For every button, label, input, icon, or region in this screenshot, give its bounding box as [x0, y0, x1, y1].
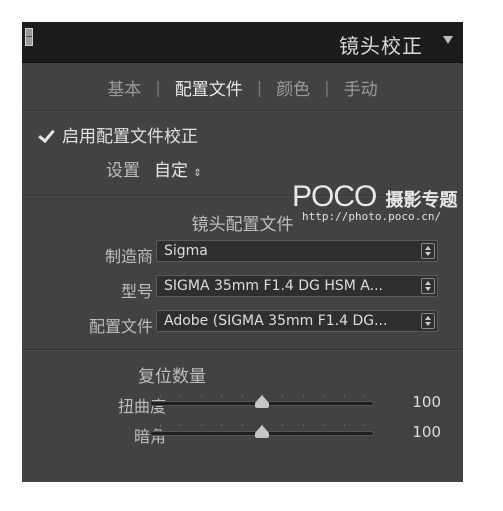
slider-tick: [323, 394, 324, 397]
model-value: SIGMA 35mm F1.4 DG HSM A...: [164, 278, 383, 294]
enable-profile-correction-label: 启用配置文件校正: [62, 127, 198, 147]
divider: [22, 110, 463, 112]
updown-arrows-icon[interactable]: [421, 313, 435, 329]
panel-header[interactable]: 镜头校正: [22, 22, 463, 63]
profile-label: 配置文件: [88, 317, 153, 336]
watermark-logo: POCO: [292, 180, 377, 213]
distortion-slider-thumb[interactable]: [255, 395, 269, 408]
slider-tick: [344, 424, 345, 427]
slider-tick: [160, 424, 161, 427]
slider-tick: [180, 424, 181, 427]
tab-color[interactable]: 颜色: [262, 75, 324, 100]
slider-tick: [323, 424, 324, 427]
panel-collapse-icon[interactable]: [25, 28, 33, 46]
setup-dropdown[interactable]: 自定 ⇕: [154, 156, 202, 181]
setup-value: 自定: [154, 161, 188, 181]
make-select[interactable]: Sigma: [156, 240, 438, 262]
profile-value: Adobe (SIGMA 35mm F1.4 DG...: [164, 313, 388, 329]
slider-tick: [282, 394, 283, 397]
divider: [22, 349, 463, 351]
slider-tick: [221, 394, 222, 397]
slider-tick: [180, 394, 181, 397]
slider-tick: [242, 424, 243, 427]
profile-row: 配置文件 Adobe (SIGMA 35mm F1.4 DG...: [22, 310, 463, 336]
slider-tick: [303, 394, 304, 397]
poco-watermark: POCO 摄影专题 http://photo.poco.cn/: [292, 180, 458, 223]
profile-tabs: 基本 | 配置文件 | 颜色 | 手动: [22, 72, 463, 102]
profile-select[interactable]: Adobe (SIGMA 35mm F1.4 DG...: [156, 310, 438, 332]
slider-tick: [201, 394, 202, 397]
setup-label: 设置: [106, 161, 140, 181]
lens-profile-title: 镜头配置文件: [191, 215, 294, 235]
slider-tick: [303, 424, 304, 427]
make-label: 制造商: [104, 247, 153, 266]
updown-arrows-icon[interactable]: [421, 243, 435, 259]
tab-basic[interactable]: 基本: [93, 75, 155, 100]
enable-profile-correction[interactable]: 启用配置文件校正: [38, 122, 198, 147]
make-row: 制造商 Sigma: [22, 240, 463, 266]
checkmark-icon[interactable]: [38, 127, 54, 143]
slider-tick: [282, 424, 283, 427]
panel-title: 镜头校正: [339, 34, 423, 58]
amount-title: 复位数量: [138, 367, 206, 387]
tab-manual[interactable]: 手动: [330, 75, 392, 100]
panel-triangle-icon[interactable]: [443, 36, 453, 44]
vignetting-slider-row: 暗角 100: [22, 422, 463, 446]
model-label: 型号: [120, 282, 153, 301]
slider-tick: [201, 424, 202, 427]
slider-tick: [242, 394, 243, 397]
slider-tick: [344, 394, 345, 397]
vignetting-value[interactable]: 100: [412, 423, 441, 441]
watermark-title: 摄影专题: [385, 190, 458, 211]
updown-arrows-icon[interactable]: [421, 278, 435, 294]
lens-correction-panel: 镜头校正 基本 | 配置文件 | 颜色 | 手动 启用配置文件校正 设置 自定 …: [22, 22, 463, 482]
make-value: Sigma: [164, 243, 208, 259]
setup-row: 设置 自定 ⇕: [106, 156, 202, 181]
model-row: 型号 SIGMA 35mm F1.4 DG HSM A...: [22, 275, 463, 301]
slider-tick: [160, 394, 161, 397]
slider-tick: [221, 424, 222, 427]
distortion-value[interactable]: 100: [412, 393, 441, 411]
updown-arrows-icon[interactable]: ⇕: [193, 169, 201, 179]
slider-tick: [364, 394, 365, 397]
tab-profile[interactable]: 配置文件: [161, 75, 257, 100]
distortion-slider-row: 扭曲度 100: [22, 392, 463, 416]
vignetting-slider-thumb[interactable]: [255, 425, 269, 438]
model-select[interactable]: SIGMA 35mm F1.4 DG HSM A...: [156, 275, 438, 297]
slider-tick: [364, 424, 365, 427]
